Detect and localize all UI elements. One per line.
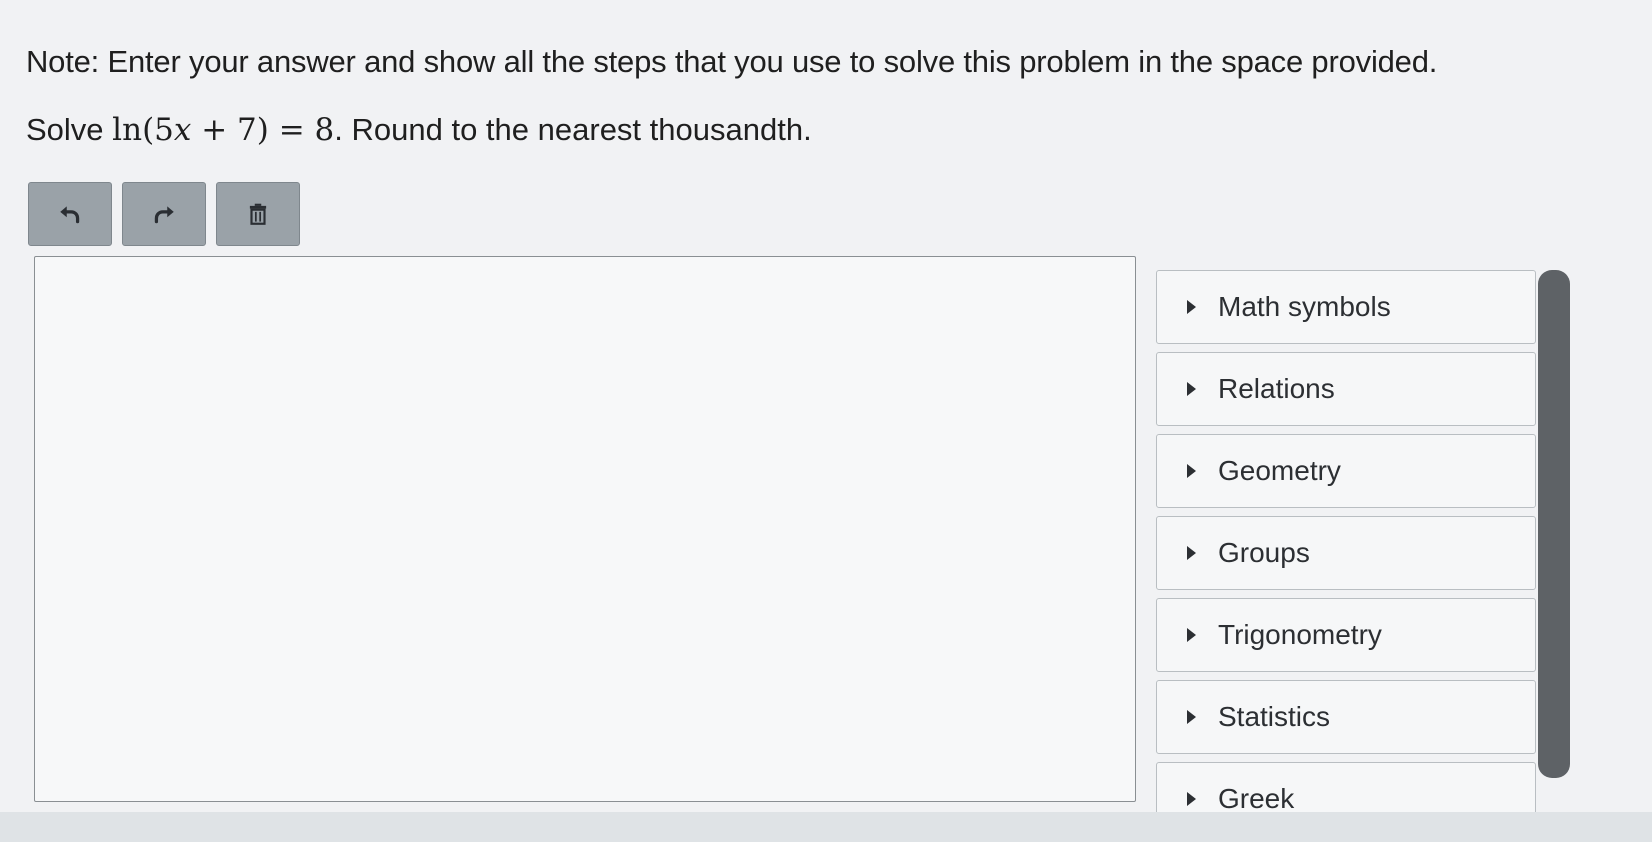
equation-variable: x [173,112,192,148]
palette-label: Groups [1218,537,1310,568]
caret-right-icon [1187,300,1196,314]
equation: ln(5x + 7) = 8 [112,112,334,148]
palette-label: Math symbols [1218,291,1391,322]
caret-right-icon [1187,464,1196,478]
palette-groups[interactable]: Groups [1156,516,1536,590]
palette-scrollbar[interactable] [1538,270,1570,778]
palette-label: Greek [1218,783,1295,812]
equation-function: ln [112,112,143,148]
question-suffix: . Round to the nearest thousandth. [334,112,812,147]
undo-icon [60,206,80,224]
caret-right-icon [1187,792,1196,806]
caret-right-icon [1187,710,1196,724]
question-prefix: Solve [26,112,113,147]
equation-rest: + 7) = 8 [191,112,335,148]
palette-label: Statistics [1218,701,1331,732]
clear-button[interactable] [216,182,300,246]
equation-open: (5 [142,112,174,148]
caret-right-icon [1187,382,1196,396]
symbol-palette: Math symbols Relations Geometry Groups T… [1156,270,1538,812]
undo-button[interactable] [28,182,112,246]
editor-toolbar [28,182,300,246]
page: Note: Enter your answer and show all the… [0,0,1652,842]
palette-trigonometry[interactable]: Trigonometry [1156,598,1536,672]
palette-greek[interactable]: Greek [1156,762,1536,812]
instructions-note: Note: Enter your answer and show all the… [26,44,1438,79]
palette-geometry[interactable]: Geometry [1156,434,1536,508]
caret-right-icon [1187,546,1196,560]
trash-icon [249,203,267,225]
redo-button[interactable] [122,182,206,246]
palette-math-symbols[interactable]: Math symbols [1156,270,1536,344]
caret-right-icon [1187,628,1196,642]
question-text: Solve ln(5x + 7) = 8. Round to the neare… [26,112,812,148]
palette-label: Trigonometry [1218,619,1382,650]
bottom-edge [0,812,1652,842]
redo-icon [154,206,174,224]
palette-label: Geometry [1218,455,1341,486]
palette-label: Relations [1218,373,1335,404]
palette-relations[interactable]: Relations [1156,352,1536,426]
answer-editor[interactable] [34,256,1136,802]
palette-statistics[interactable]: Statistics [1156,680,1536,754]
